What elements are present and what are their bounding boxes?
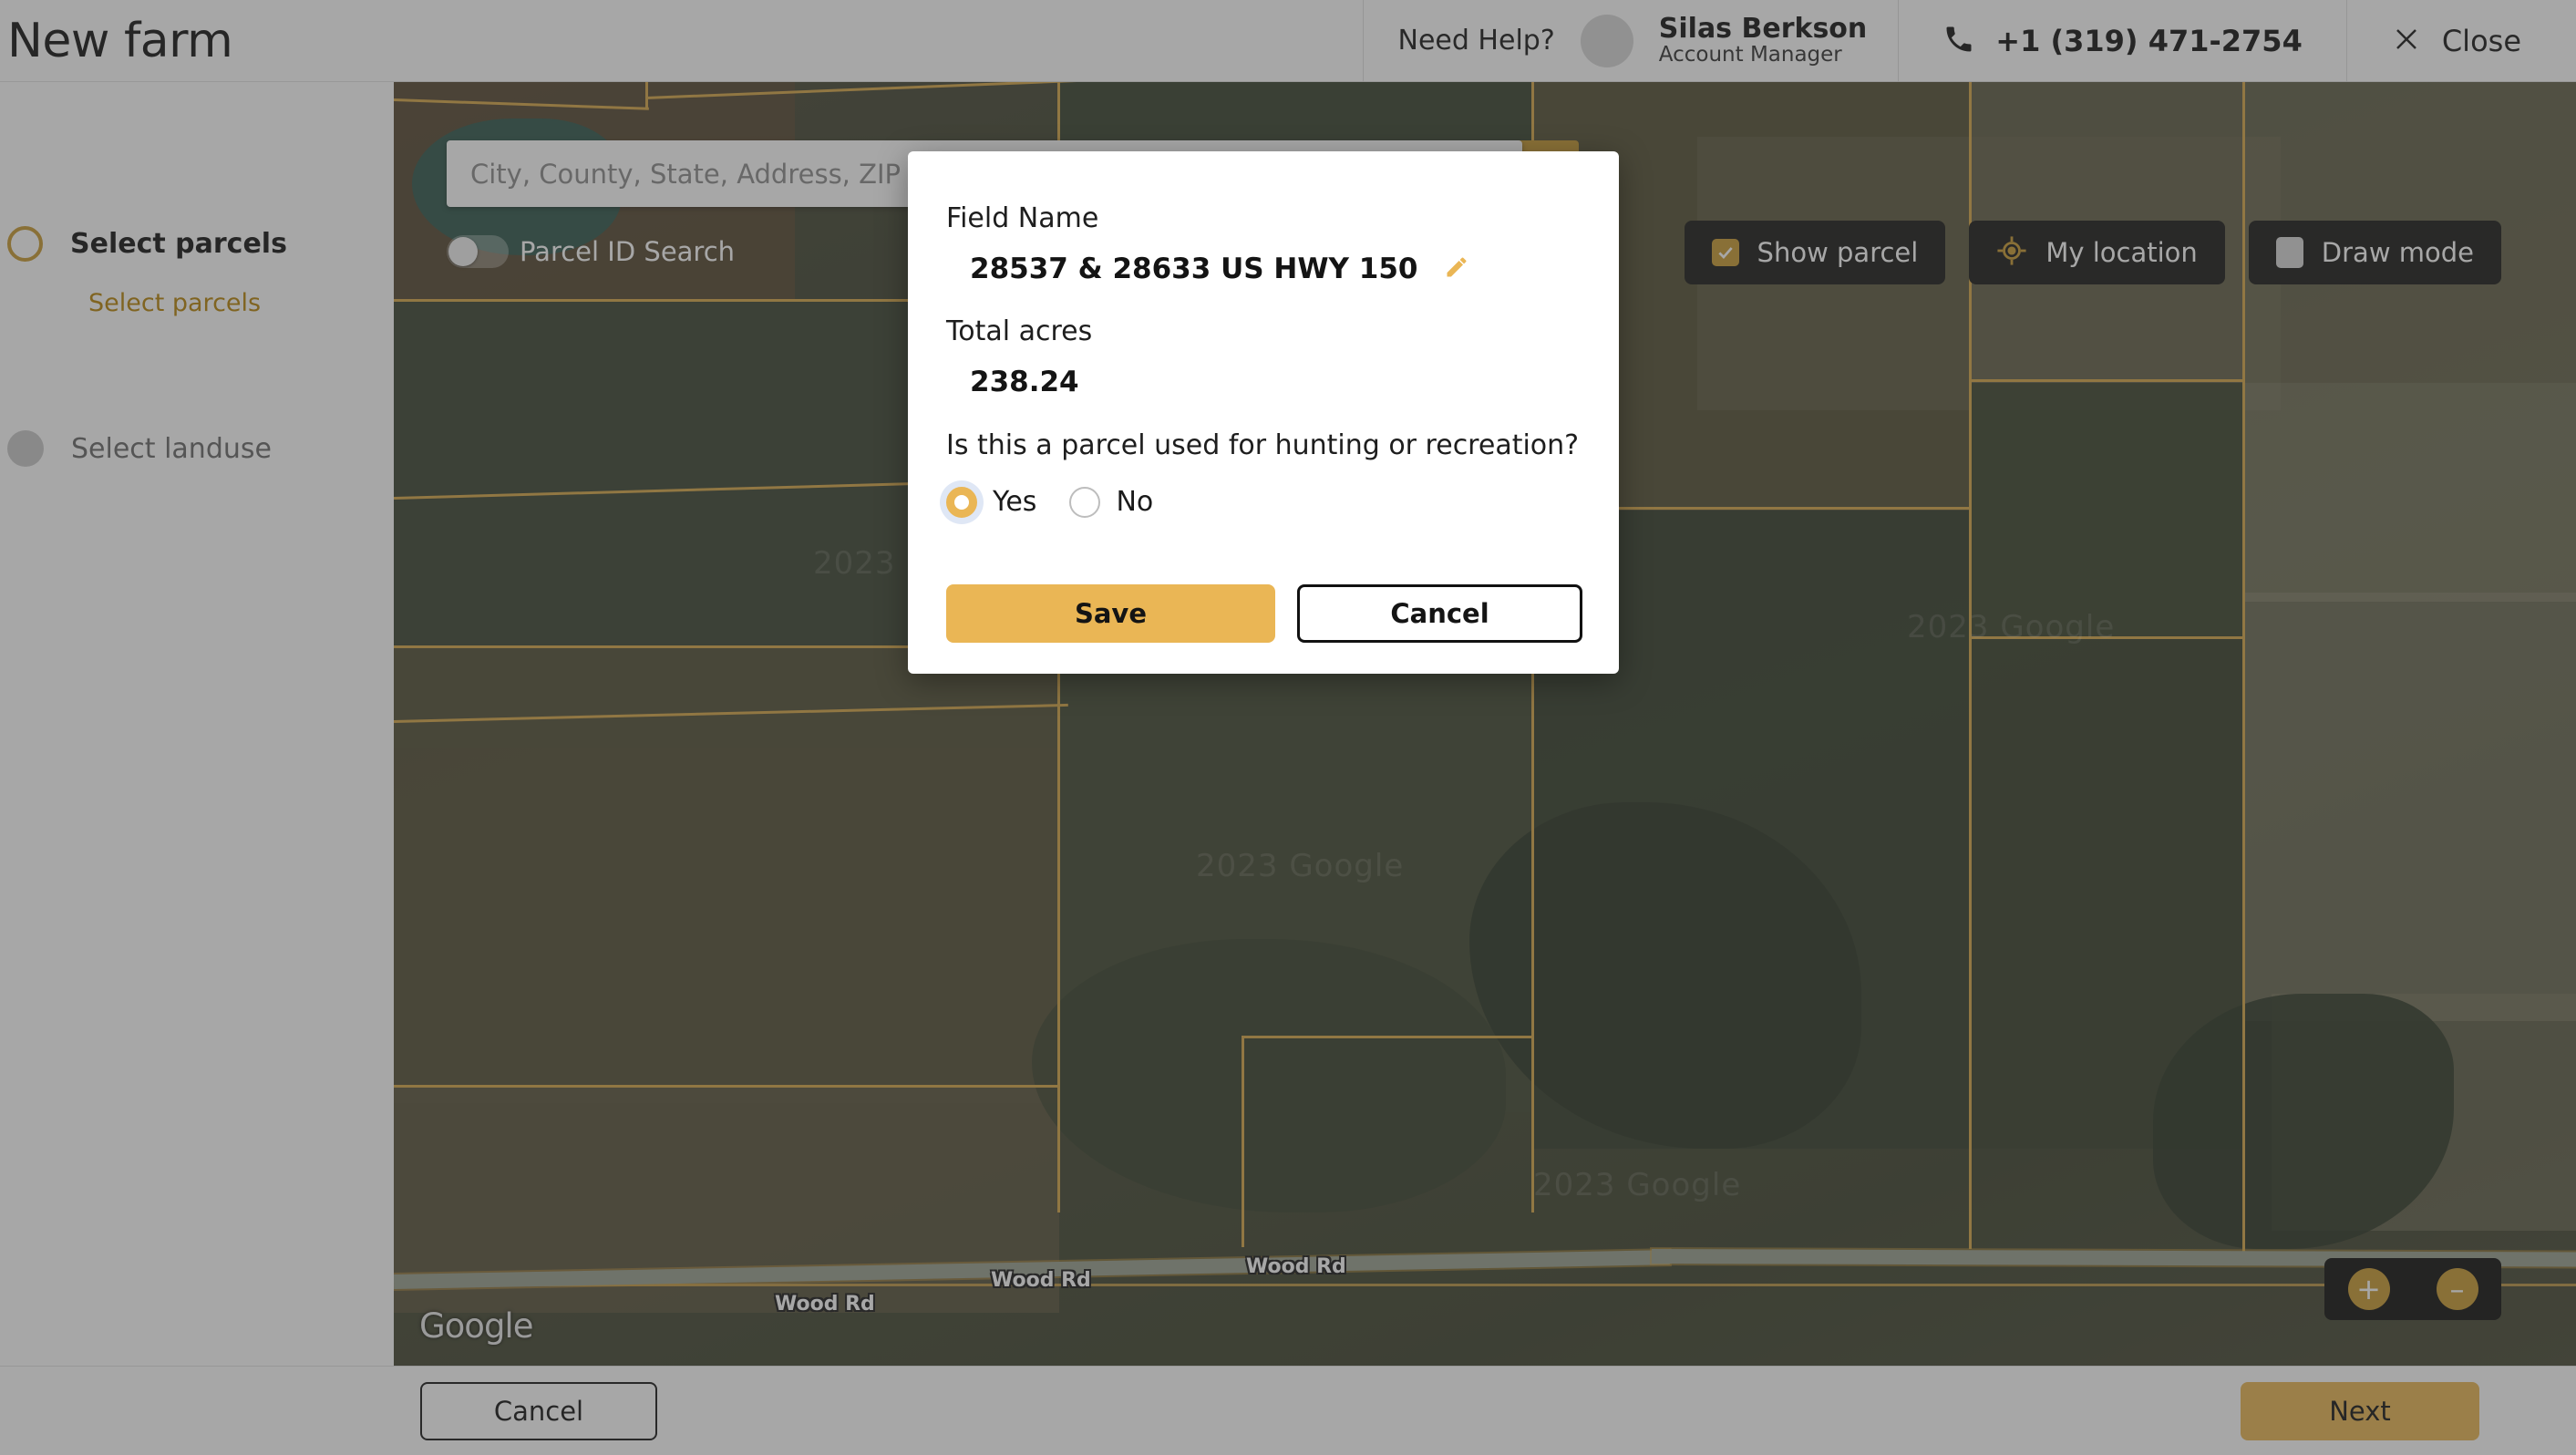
new-farm-wizard: New farm Need Help? Silas Berkson Accoun…	[0, 0, 2576, 1455]
field-details-dialog: Field Name 28537 & 28633 US HWY 150 Tota…	[908, 151, 1619, 674]
radio-option-yes[interactable]: Yes	[946, 486, 1036, 518]
hunting-recreation-question: Is this a parcel used for hunting or rec…	[946, 429, 1580, 461]
total-acres-label: Total acres	[946, 315, 1093, 347]
field-name-label: Field Name	[946, 202, 1099, 234]
dialog-actions: Save Cancel	[946, 584, 1582, 643]
radio-option-label: No	[1116, 486, 1154, 518]
radio-option-label: Yes	[993, 486, 1037, 518]
pencil-edit-icon[interactable]	[1444, 254, 1469, 284]
field-name-row: 28537 & 28633 US HWY 150	[946, 253, 1582, 285]
save-button[interactable]: Save	[946, 584, 1275, 643]
field-name-value: 28537 & 28633 US HWY 150	[970, 253, 1418, 285]
radio-option-no[interactable]: No	[1069, 486, 1153, 518]
radio-unselected-icon[interactable]	[1069, 486, 1101, 518]
total-acres-row: 238.24	[946, 366, 1582, 398]
dialog-cancel-button[interactable]: Cancel	[1296, 584, 1582, 643]
total-acres-value: 238.24	[970, 366, 1079, 398]
hunting-recreation-radio-group: Yes No	[946, 486, 1582, 518]
radio-selected-icon[interactable]	[946, 486, 977, 518]
